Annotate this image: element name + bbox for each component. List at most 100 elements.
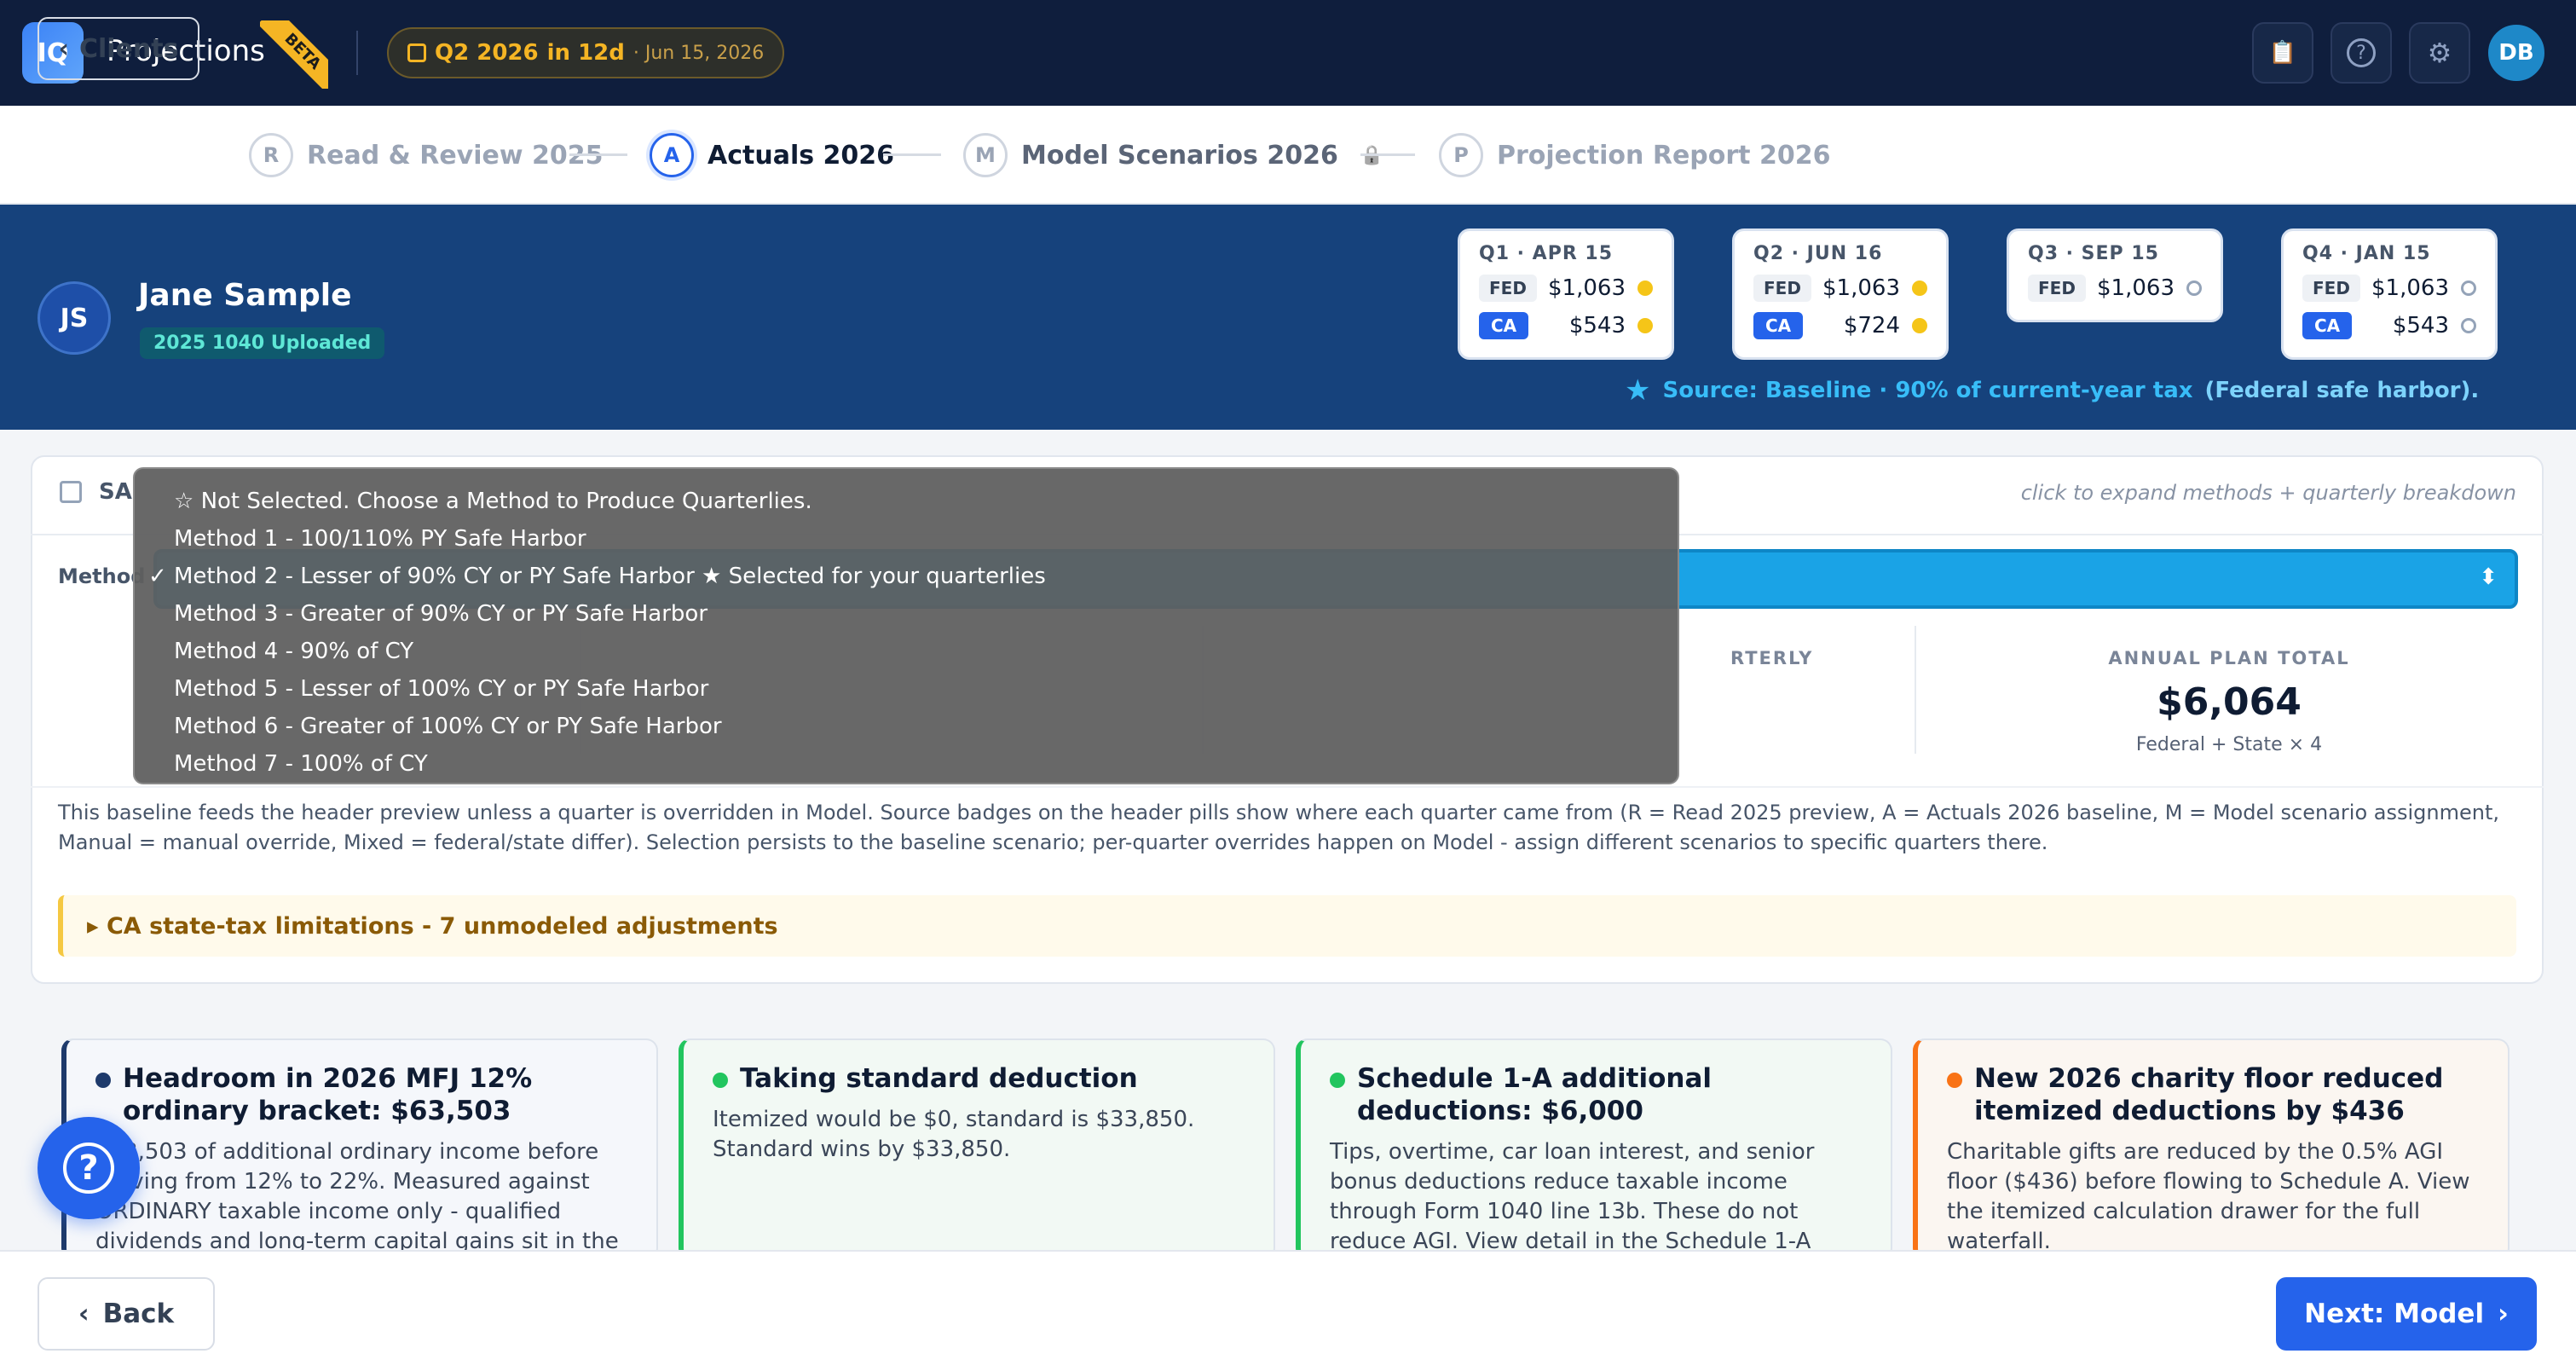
- calendar-icon: [60, 481, 82, 503]
- baseline-note: This baseline feeds the header preview u…: [58, 801, 2499, 854]
- stat-label: ANNUAL PLAN TOTAL: [2108, 648, 2350, 668]
- method-option[interactable]: Method 1 - 100/110% PY Safe Harbor: [135, 520, 1678, 558]
- method-option[interactable]: Method 5 - Lesser of 100% CY or PY Safe …: [135, 670, 1678, 708]
- card-body: Charitable gifts are reduced by the 0.5%…: [1947, 1139, 2470, 1254]
- method-option[interactable]: Method 7 - 100% of CY: [135, 745, 1678, 783]
- step-connector: [1360, 153, 1415, 156]
- status-dot: [95, 1073, 111, 1088]
- fed-amount: $1,063: [1548, 275, 1626, 301]
- fed-amount: $1,063: [2097, 275, 2175, 301]
- insight-card-bracket[interactable]: Headroom in 2026 MFJ 12% ordinary bracke…: [61, 1038, 658, 1260]
- client-name: Jane Sample: [138, 278, 352, 313]
- user-avatar[interactable]: DB: [2486, 22, 2547, 84]
- step-actuals[interactable]: A Actuals 2026: [650, 133, 894, 177]
- step-label: Actuals 2026: [708, 140, 895, 171]
- method-option-selected[interactable]: ✓ Method 2 - Lesser of 90% CY or PY Safe …: [135, 558, 1678, 595]
- chevron-right-icon: ›: [2498, 1299, 2509, 1329]
- clipboard-button[interactable]: 📋: [2252, 22, 2313, 84]
- method-option[interactable]: Method 3 - Greater of 90% CY or PY Safe …: [135, 595, 1678, 633]
- method-dropdown: ☆ Not Selected. Choose a Method to Produ…: [133, 467, 1679, 784]
- step-read-review[interactable]: R Read & Review 2025: [249, 133, 604, 177]
- chevron-left-icon: ‹: [78, 1299, 90, 1329]
- back-label: Back: [102, 1299, 175, 1329]
- question-icon: ?: [63, 1142, 114, 1194]
- step-connector: [569, 153, 627, 156]
- footer-bar: [0, 1250, 2576, 1371]
- status-dot: [1912, 318, 1927, 333]
- client-avatar: JS: [38, 281, 111, 355]
- fed-tag: FED: [1479, 275, 1537, 302]
- check-icon: ✓: [148, 564, 167, 589]
- quarter-card-q2[interactable]: Q2 · JUN 16 FED $1,063 CA $724: [1732, 228, 1949, 360]
- insight-card-schedule-1a[interactable]: Schedule 1-A additional deductions: $6,0…: [1296, 1038, 1892, 1260]
- step-model-scenarios[interactable]: M Model Scenarios 2026 🔒: [963, 133, 1383, 177]
- card-title: New 2026 charity floor reduced itemized …: [1974, 1063, 2444, 1126]
- ca-limitations-toggle[interactable]: ▸ CA state-tax limitations - 7 unmodeled…: [58, 895, 2516, 957]
- method-option[interactable]: Method 4 - 90% of CY: [135, 633, 1678, 670]
- stat-divider: [1915, 626, 1916, 754]
- fed-tag: FED: [1753, 275, 1811, 302]
- method-option-label: Method 2 - Lesser of 90% CY or PY Safe H…: [174, 564, 1046, 589]
- quarter-card-label: Q4 · JAN 15: [2302, 243, 2431, 264]
- step-letter: P: [1439, 133, 1483, 177]
- stat-subtext: Federal + State × 4: [2135, 734, 2323, 755]
- fed-tag: FED: [2302, 275, 2360, 302]
- step-letter: M: [963, 133, 1008, 177]
- help-icon: ?: [2347, 38, 2376, 67]
- ca-tag: CA: [2302, 312, 2353, 339]
- status-dot: [1637, 318, 1653, 333]
- beta-ribbon: BETA: [260, 20, 328, 89]
- status-dot: [1947, 1073, 1962, 1088]
- quarter-card-label: Q2 · JUN 16: [1753, 243, 1883, 264]
- chevron-left-icon: ‹: [58, 33, 69, 64]
- step-label: Read & Review 2025: [307, 140, 604, 171]
- status-dot-empty: [2461, 281, 2476, 296]
- quarter-label: Q2 2026: [435, 40, 539, 66]
- ca-tag: CA: [1479, 312, 1529, 339]
- method-option[interactable]: ☆ Not Selected. Choose a Method to Produ…: [135, 483, 1678, 520]
- source-line: ★ Source: Baseline · 90% of current-year…: [1625, 373, 2479, 408]
- quarter-due-pill[interactable]: Q2 2026 in 12d · Jun 15, 2026: [387, 27, 785, 78]
- card-title: Taking standard deduction: [740, 1063, 1138, 1094]
- help-button[interactable]: ?: [2331, 22, 2392, 84]
- ca-tag: CA: [1753, 312, 1804, 339]
- source-bold: (Federal safe harbor).: [2204, 378, 2480, 403]
- next-model-button[interactable]: Next: Model ›: [2276, 1277, 2537, 1351]
- status-dot: [1330, 1073, 1345, 1088]
- beta-label: BETA: [260, 20, 328, 89]
- ca-amount: $543: [2392, 313, 2449, 338]
- upload-status-badge: 2025 1040 Uploaded: [140, 327, 385, 359]
- clients-label: Clients: [78, 33, 179, 64]
- insight-card-charity-floor[interactable]: New 2026 charity floor reduced itemized …: [1913, 1038, 2510, 1260]
- back-button[interactable]: ‹ Back: [38, 1277, 215, 1351]
- expand-hint: click to expand methods + quarterly brea…: [2020, 481, 2516, 505]
- quarter-card-label: Q3 · SEP 15: [2028, 243, 2159, 264]
- calendar-icon: [407, 43, 426, 62]
- card-body: Itemized would be $0, standard is $33,85…: [713, 1107, 1195, 1162]
- fed-tag: FED: [2028, 275, 2086, 302]
- stat-value: $6,064: [2157, 680, 2302, 724]
- quarter-card-q3[interactable]: Q3 · SEP 15 FED $1,063: [2007, 228, 2223, 322]
- status-dot-empty: [2186, 281, 2202, 296]
- card-body: $63,503 of additional ordinary income be…: [95, 1139, 619, 1254]
- step-projection-report[interactable]: P Projection Report 2026: [1439, 133, 1830, 177]
- status-dot: [713, 1073, 728, 1088]
- quarter-card-q1[interactable]: Q1 · APR 15 FED $1,063 CA $543: [1458, 228, 1674, 360]
- step-letter: A: [650, 133, 694, 177]
- step-letter: R: [249, 133, 293, 177]
- quarter-countdown: in 12d: [546, 40, 625, 66]
- ca-amount: $543: [1568, 313, 1626, 338]
- clients-back-button[interactable]: ‹ Clients: [38, 17, 199, 80]
- quarter-card-label: Q1 · APR 15: [1479, 243, 1614, 264]
- help-fab[interactable]: ?: [38, 1117, 140, 1219]
- topbar-divider: [356, 31, 358, 75]
- settings-button[interactable]: ⚙: [2409, 22, 2470, 84]
- method-option[interactable]: Method 6 - Greater of 100% CY or PY Safe…: [135, 708, 1678, 745]
- stat-quarterly: RTERLY: [1730, 648, 1811, 668]
- step-connector: [883, 153, 941, 156]
- stat-label: RTERLY: [1730, 648, 1811, 668]
- insight-card-deduction[interactable]: Taking standard deduction Itemized would…: [679, 1038, 1275, 1260]
- card-title: Headroom in 2026 MFJ 12% ordinary bracke…: [123, 1063, 533, 1126]
- step-label: Model Scenarios 2026: [1021, 140, 1338, 171]
- quarter-card-q4[interactable]: Q4 · JAN 15 FED $1,063 CA $543: [2281, 228, 2498, 360]
